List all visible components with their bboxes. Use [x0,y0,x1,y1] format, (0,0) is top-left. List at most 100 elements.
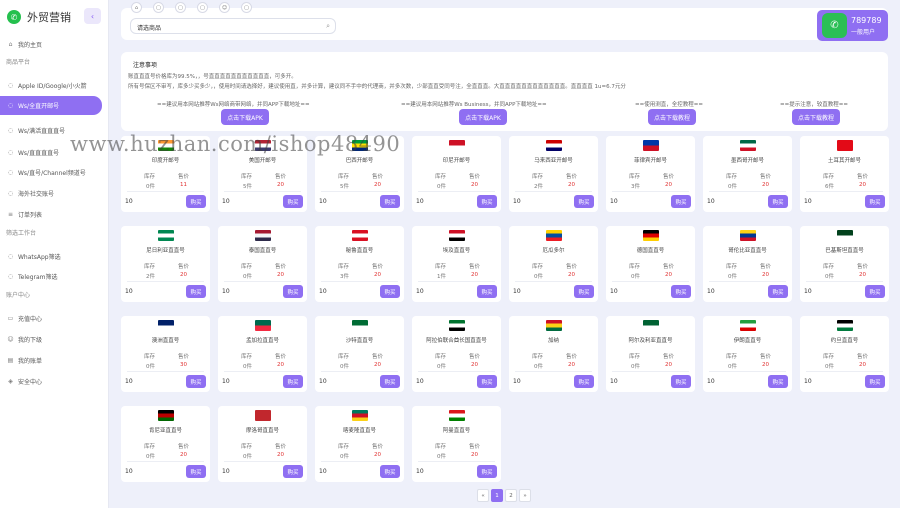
buy-button[interactable]: 购买 [283,375,303,388]
divider [515,281,592,282]
buy-button[interactable]: 购买 [865,285,885,298]
price-value: 20 [374,452,381,458]
buy-button[interactable]: 购买 [477,375,497,388]
home-icon[interactable]: ⌂ [131,2,142,13]
ws-download-link[interactable]: ==建议用本网站推荐Ws网络商带网络，并同APP下载地址== [157,100,310,108]
buy-button[interactable]: 购买 [380,465,400,478]
country-flag-icon [352,320,368,331]
buy-button[interactable]: 购买 [768,195,788,208]
product-name: 印度开邮号 [151,158,180,164]
buy-button[interactable]: 购买 [768,375,788,388]
search-input[interactable]: 请选商品 ⌕ [130,18,336,34]
quantity-value: 10 [125,378,133,385]
sidebar-item[interactable]: ▭ 充值中心 [0,309,102,328]
tab-icon[interactable]: ▢ [175,2,186,13]
collapse-sidebar-button[interactable]: ‹ [84,8,101,24]
stock-label: 库存 [823,264,835,270]
buy-button[interactable]: 购买 [283,195,303,208]
buy-button[interactable]: 购买 [477,465,497,478]
buy-button[interactable]: 购买 [865,195,885,208]
stock-label: 库存 [726,264,738,270]
buy-button[interactable]: 购买 [574,375,594,388]
prev-page-button[interactable]: « [477,489,489,502]
buy-button[interactable]: 购买 [768,285,788,298]
buy-button[interactable]: 购买 [186,285,206,298]
country-flag-icon [837,230,853,241]
sidebar-item[interactable]: ☺ 我的下级 [0,330,102,349]
stock-value: 3件 [340,274,349,280]
stock-value: 0件 [534,274,543,280]
buy-button[interactable]: 购买 [283,285,303,298]
notice-line: 账直直直号价格库为99.5%，，号直直直直直直直直直直直，可多开。 [128,74,297,80]
stock-label: 库存 [629,354,641,360]
buy-button[interactable]: 购买 [574,285,594,298]
product-name: 伊朗直直号 [733,338,762,344]
tab-icon[interactable]: ▢ [197,2,208,13]
next-page-button[interactable]: » [519,489,531,502]
price-label: 售价 [857,354,869,360]
tips-link[interactable]: ==提示注意，较直教程== [780,100,848,108]
user-badge[interactable]: ✆ 789789 一般用户 [817,10,888,41]
tab-icon[interactable]: ▢ [241,2,252,13]
buy-button[interactable]: 购买 [671,195,691,208]
sidebar-item-label: 海外社交账号 [18,191,55,198]
buy-button[interactable]: 购买 [186,465,206,478]
download-tips-button[interactable]: 点击下载教程 [792,109,840,125]
product-name: 土耳其开邮号 [827,158,861,164]
divider [612,281,689,282]
price-value: 11 [180,182,187,188]
divider [224,281,301,282]
user-icon[interactable]: ☺ [219,2,230,13]
buy-button[interactable]: 购买 [283,465,303,478]
buy-button[interactable]: 购买 [380,285,400,298]
stock-label: 库存 [532,264,544,270]
stock-value: 0件 [437,454,446,460]
product-card: 泰国直直号 库存 售价 0件 20 10 购买 [218,226,307,302]
country-flag-icon [643,140,659,151]
sidebar-item[interactable]: ◌ Ws/全直开邮号 [0,96,102,115]
tutorial-link[interactable]: ==使用测直，全控教程== [635,100,703,108]
buy-button[interactable]: 购买 [186,195,206,208]
buy-button[interactable]: 购买 [380,375,400,388]
product-name: 印尼开邮号 [442,158,471,164]
download-apk-button[interactable]: 点击下载APK [221,109,269,125]
app-title: 外贸营销 [27,11,71,24]
divider [418,281,495,282]
buy-button[interactable]: 购买 [477,285,497,298]
sidebar-item[interactable]: ⌂ 我的主页 [0,35,102,54]
sidebar-item-label: Telegram筛选 [18,274,58,281]
sidebar-item[interactable]: ◌ 海外社交账号 [0,184,102,203]
buy-button[interactable]: 购买 [477,195,497,208]
sidebar-item[interactable]: ≡ 订单列表 [0,205,102,224]
sidebar-item[interactable]: ▤ 我的账单 [0,351,102,370]
product-card: 厄瓜多尔 库存 售价 0件 20 10 购买 [509,226,598,302]
quantity-value: 10 [319,468,327,475]
sidebar-item[interactable]: ◌ WhatsApp筛选 [0,247,102,266]
bill-icon: ▤ [7,357,14,364]
download-tutorial-button[interactable]: 点击下载教程 [648,109,696,125]
product-card: 秘鲁直直号 库存 售价 3件 20 10 购买 [315,226,404,302]
sidebar-item[interactable]: ◈ 安全中心 [0,372,102,391]
page-2-button[interactable]: 2 [505,489,517,502]
sidebar-item[interactable]: ◌ Apple ID/Google/小火箭 [0,76,102,95]
buy-button[interactable]: 购买 [574,195,594,208]
buy-button[interactable]: 购买 [671,285,691,298]
sidebar-item[interactable]: ◌ Telegram筛选 [0,267,102,286]
page-1-button[interactable]: 1 [491,489,503,502]
stock-value: 0件 [825,364,834,370]
buy-button[interactable]: 购买 [186,375,206,388]
search-icon[interactable]: ⌕ [326,22,330,31]
product-name: 巴西开邮号 [345,158,374,164]
divider [224,191,301,192]
buy-button[interactable]: 购买 [380,195,400,208]
product-name: 沙特直直号 [345,338,374,344]
download-apk-business-button[interactable]: 点击下载APK [459,109,507,125]
quantity-value: 10 [513,198,521,205]
tab-icon[interactable]: ▢ [153,2,164,13]
divider [127,281,204,282]
sidebar-item[interactable]: ◌ Ws/直号/Channel频道号 [0,163,102,182]
buy-button[interactable]: 购买 [865,375,885,388]
product-name: 尼日利亚直直号 [146,248,185,254]
wsb-download-link[interactable]: ==建议用本网站推荐Ws Business，并同APP下载地址== [401,100,547,108]
buy-button[interactable]: 购买 [671,375,691,388]
